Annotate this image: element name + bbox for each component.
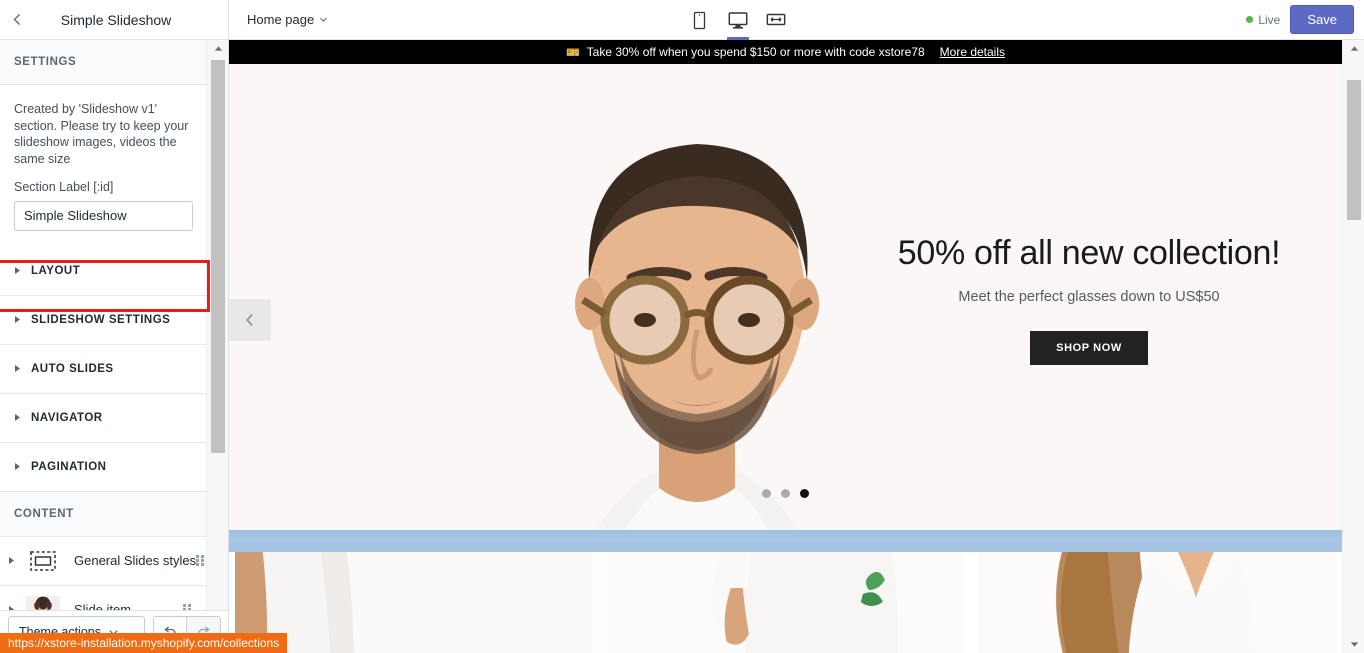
section-description: Created by 'Slideshow v1' section. Pleas… <box>14 102 189 166</box>
product-card[interactable] <box>235 552 593 653</box>
settings-section-header: SETTINGS <box>0 40 207 85</box>
accordion-layout[interactable]: LAYOUT <box>0 246 207 296</box>
content-item-general-slides-styles[interactable]: General Slides styles <box>0 536 207 586</box>
product-grid <box>229 552 1342 653</box>
sidebar-scrollbar[interactable] <box>206 40 228 653</box>
scroll-up-arrow-icon[interactable] <box>207 40 228 57</box>
slideshow-prev-button[interactable] <box>229 299 271 341</box>
content-item-slide-item[interactable]: Slide item <box>0 585 207 613</box>
hero-slideshow: 50% off all new collection! Meet the per… <box>229 64 1342 530</box>
page-title: Simple Slideshow <box>60 11 172 28</box>
back-button[interactable] <box>0 0 34 40</box>
drag-handle-icon[interactable] <box>196 554 205 567</box>
announcement-text: Take 30% off when you spend $150 or more… <box>586 45 925 59</box>
chevron-down-icon <box>320 17 328 22</box>
more-details-link[interactable]: More details <box>940 45 1005 59</box>
triangle-right-icon <box>8 556 24 565</box>
accordion-layout-label: LAYOUT <box>31 264 81 277</box>
triangle-right-icon <box>14 413 28 422</box>
accordion-auto-slides[interactable]: AUTO SLIDES <box>0 344 207 394</box>
accordion-slideshow-settings-label: SLIDESHOW SETTINGS <box>31 313 171 326</box>
status-bar-url: https://xstore-installation.myshopify.co… <box>0 633 288 653</box>
hero-subheading: Meet the perfect glasses down to US$50 <box>958 289 1220 305</box>
accordion-navigator[interactable]: NAVIGATOR <box>0 393 207 443</box>
ticket-icon: 🎫 <box>565 46 580 59</box>
pagination-dot-1[interactable] <box>762 489 771 498</box>
desktop-icon <box>728 11 748 29</box>
full-width-icon <box>766 13 786 26</box>
shop-now-button[interactable]: SHOP NOW <box>1030 331 1148 365</box>
save-button[interactable]: Save <box>1290 5 1354 34</box>
product-card[interactable] <box>978 552 1337 653</box>
sidebar-scroll-content: SETTINGS Created by 'Slideshow v1' secti… <box>0 40 207 613</box>
settings-sidebar: SETTINGS Created by 'Slideshow v1' secti… <box>0 40 229 653</box>
accordion-auto-slides-label: AUTO SLIDES <box>31 362 114 375</box>
section-label-field: Section Label [:id] <box>0 168 207 247</box>
live-status-badge: Live <box>1246 13 1280 27</box>
device-fullwidth-button[interactable] <box>763 1 789 40</box>
toolbar-left-group: Simple Slideshow <box>0 0 229 40</box>
toolbar-middle-group: Home page <box>229 0 1246 40</box>
slideshow-pagination-dots <box>229 489 1342 498</box>
live-status-dot <box>1246 16 1254 23</box>
section-label-input[interactable] <box>14 200 193 231</box>
slideshow-frame-icon <box>26 547 60 574</box>
triangle-right-icon <box>14 266 28 275</box>
sidebar-scrollbar-thumb[interactable] <box>211 60 225 453</box>
storefront-preview: 🎫 Take 30% off when you spend $150 or mo… <box>229 40 1364 653</box>
triangle-right-icon <box>14 315 28 324</box>
device-toggle-group <box>229 0 1246 40</box>
section-divider-band <box>229 530 1342 552</box>
accordion-navigator-label: NAVIGATOR <box>31 411 103 424</box>
page-selector-label: Home page <box>247 12 315 27</box>
toolbar-right-group: Live Save <box>1246 0 1364 40</box>
live-status-label: Live <box>1258 12 1281 27</box>
preview-scrollbar[interactable] <box>1342 40 1364 653</box>
scroll-up-arrow-icon[interactable] <box>1343 40 1364 57</box>
chevron-left-icon <box>246 313 253 327</box>
preview-scrollbar-thumb[interactable] <box>1347 80 1361 220</box>
content-section-header: CONTENT <box>0 491 207 537</box>
pagination-dot-2[interactable] <box>781 489 790 498</box>
scroll-down-arrow-icon[interactable] <box>1343 636 1364 653</box>
device-mobile-button[interactable] <box>687 1 713 40</box>
chevron-left-icon <box>13 14 20 25</box>
hero-heading: 50% off all new collection! <box>897 234 1281 272</box>
accordion-pagination[interactable]: PAGINATION <box>0 442 207 492</box>
device-desktop-button[interactable] <box>725 1 751 40</box>
accordion-slideshow-settings[interactable]: SLIDESHOW SETTINGS <box>0 295 207 345</box>
section-label-caption: Section Label [:id] <box>14 179 114 194</box>
announcement-bar: 🎫 Take 30% off when you spend $150 or mo… <box>229 40 1342 64</box>
triangle-right-icon <box>14 364 28 373</box>
page-selector-dropdown[interactable]: Home page <box>241 8 334 31</box>
triangle-right-icon <box>14 462 28 471</box>
mobile-icon <box>694 11 706 29</box>
product-card[interactable] <box>606 552 965 653</box>
top-toolbar: Simple Slideshow Home page Live Save <box>0 0 1364 40</box>
hero-text-block: 50% off all new collection! Meet the per… <box>869 234 1309 365</box>
theme-editor-window: Simple Slideshow Home page Live Save SET… <box>0 0 1364 653</box>
accordion-pagination-label: PAGINATION <box>31 460 107 473</box>
preview-viewport: 🎫 Take 30% off when you spend $150 or mo… <box>229 40 1342 653</box>
pagination-dot-3[interactable] <box>800 489 809 498</box>
content-item-label: General Slides styles <box>74 553 197 568</box>
